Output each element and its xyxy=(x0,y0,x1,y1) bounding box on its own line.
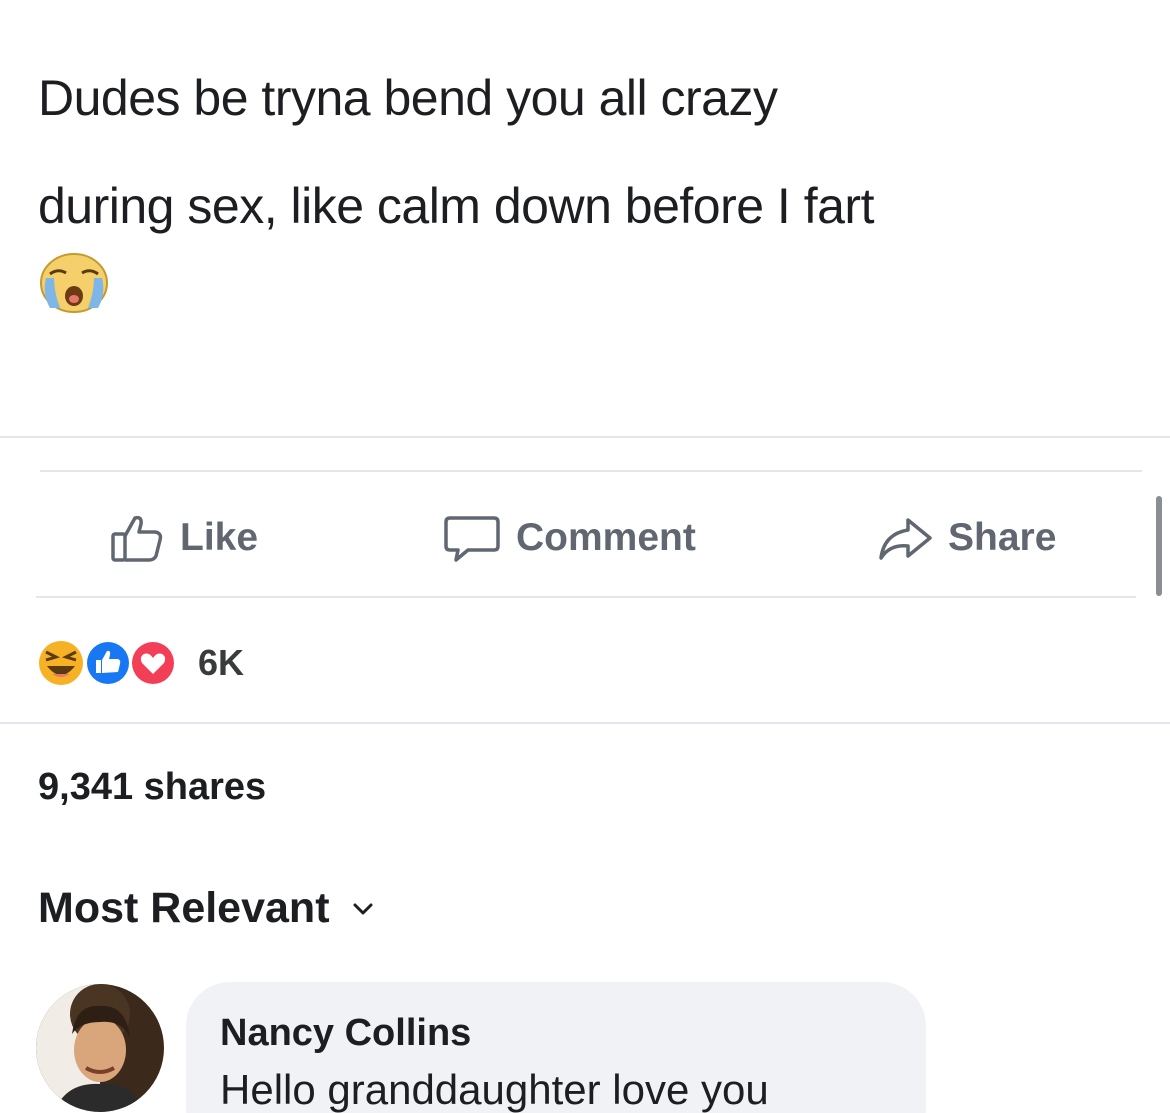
reaction-icons-graphic xyxy=(39,640,176,686)
comment-author[interactable]: Nancy Collins xyxy=(220,1012,471,1055)
haha-reaction-icon xyxy=(39,641,83,685)
post-text-line: Dudes be tryna bend you all crazy xyxy=(38,70,778,126)
reaction-icons xyxy=(36,638,192,688)
post-text-line: during sex, like calm down before I fart xyxy=(38,178,874,234)
divider xyxy=(0,722,1170,724)
comment-button[interactable]: Comment xyxy=(442,512,696,564)
avatar[interactable] xyxy=(36,984,164,1112)
reaction-summary[interactable]: 6K xyxy=(36,638,244,688)
shares-count[interactable]: 9,341 shares xyxy=(38,766,266,809)
share-button[interactable]: Share xyxy=(876,512,1056,564)
comment-bubble[interactable]: Nancy Collins Hello granddaughter love y… xyxy=(186,982,926,1113)
share-label: Share xyxy=(948,516,1057,559)
scrollbar[interactable] xyxy=(1156,496,1162,596)
divider xyxy=(36,596,1136,598)
comment-label: Comment xyxy=(516,516,696,559)
divider xyxy=(40,470,1142,472)
like-reaction-icon xyxy=(85,640,131,686)
comment-bubble-icon xyxy=(444,516,500,562)
post-text: Dudes be tryna bend you all crazy during… xyxy=(38,44,1148,260)
loudly-crying-face-icon xyxy=(40,253,108,313)
comment-text: Hello granddaughter love you xyxy=(220,1066,769,1113)
divider xyxy=(0,436,1170,438)
post-action-bar: Like Comment Share xyxy=(40,486,1140,586)
chevron-down-icon xyxy=(353,903,373,914)
share-arrow-icon xyxy=(879,518,932,560)
comment-sort-dropdown[interactable]: Most Relevant xyxy=(38,884,374,933)
facebook-post-screenshot: Dudes be tryna bend you all crazy during… xyxy=(0,0,1170,1113)
like-label: Like xyxy=(180,516,259,559)
love-reaction-icon xyxy=(130,640,176,686)
thumbs-up-icon xyxy=(111,515,163,562)
comment-sort-label: Most Relevant xyxy=(38,884,330,932)
like-button[interactable]: Like xyxy=(108,512,258,564)
reaction-count: 6K xyxy=(198,642,245,683)
avatar-photo-icon xyxy=(36,984,164,1112)
